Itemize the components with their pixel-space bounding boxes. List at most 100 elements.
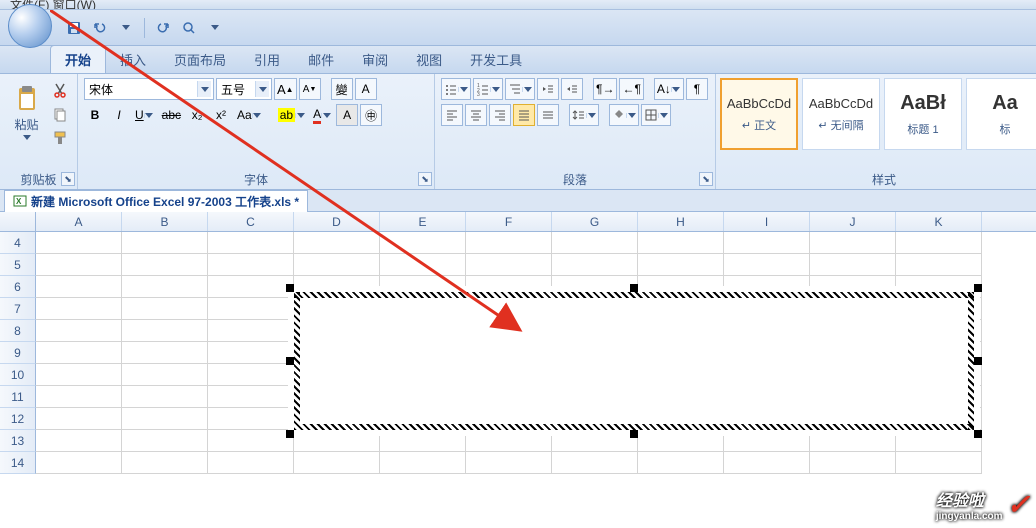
cell[interactable]	[896, 254, 982, 276]
cell[interactable]	[638, 254, 724, 276]
ltr-button[interactable]: ¶→	[593, 78, 617, 100]
select-all-corner[interactable]	[0, 212, 36, 231]
cell[interactable]	[466, 232, 552, 254]
cell[interactable]	[36, 408, 122, 430]
numbering-button[interactable]: 123	[473, 78, 503, 100]
cell[interactable]	[810, 254, 896, 276]
cell[interactable]	[552, 232, 638, 254]
row-header[interactable]: 9	[0, 342, 36, 364]
cut-icon[interactable]	[49, 80, 71, 100]
office-button[interactable]	[8, 4, 52, 48]
row-header[interactable]: 13	[0, 430, 36, 452]
tab-page-layout[interactable]: 页面布局	[160, 46, 240, 73]
cell[interactable]	[208, 342, 294, 364]
column-header[interactable]: A	[36, 212, 122, 231]
justify-button[interactable]	[513, 104, 535, 126]
cell[interactable]	[122, 320, 208, 342]
row-header[interactable]: 12	[0, 408, 36, 430]
phonetic-guide-button[interactable]: 變	[331, 78, 353, 100]
tab-review[interactable]: 审阅	[348, 46, 402, 73]
bullets-button[interactable]	[441, 78, 471, 100]
cell[interactable]	[208, 452, 294, 474]
cell[interactable]	[122, 430, 208, 452]
tab-insert[interactable]: 插入	[106, 46, 160, 73]
multilevel-list-button[interactable]	[505, 78, 535, 100]
cell[interactable]	[208, 254, 294, 276]
style-card-0[interactable]: AaBbCcDd↵ 正文	[720, 78, 798, 150]
cell[interactable]	[122, 364, 208, 386]
cell[interactable]	[208, 364, 294, 386]
font-size-combo[interactable]: 五号	[216, 78, 272, 100]
column-header[interactable]: B	[122, 212, 208, 231]
embedded-object[interactable]	[288, 286, 980, 436]
align-right-button[interactable]	[489, 104, 511, 126]
cell[interactable]	[724, 452, 810, 474]
cell[interactable]	[36, 298, 122, 320]
cell[interactable]	[208, 276, 294, 298]
column-header[interactable]: C	[208, 212, 294, 231]
style-card-1[interactable]: AaBbCcDd↵ 无间隔	[802, 78, 880, 150]
copy-icon[interactable]	[49, 104, 71, 124]
column-header[interactable]: G	[552, 212, 638, 231]
column-header[interactable]: F	[466, 212, 552, 231]
cell[interactable]	[36, 342, 122, 364]
tab-developer[interactable]: 开发工具	[456, 46, 536, 73]
cell[interactable]	[380, 232, 466, 254]
cell[interactable]	[36, 452, 122, 474]
cell[interactable]	[896, 232, 982, 254]
italic-button[interactable]: I	[108, 104, 130, 126]
font-color-button[interactable]: A	[310, 104, 334, 126]
undo-icon[interactable]	[88, 17, 112, 39]
format-painter-icon[interactable]	[49, 128, 71, 148]
sort-button[interactable]: A↓	[654, 78, 684, 100]
cell[interactable]	[122, 298, 208, 320]
enclose-char-button[interactable]: ㊥	[360, 104, 382, 126]
cell[interactable]	[122, 452, 208, 474]
row-header[interactable]: 10	[0, 364, 36, 386]
rtl-button[interactable]: ←¶	[619, 78, 643, 100]
cell[interactable]	[810, 232, 896, 254]
cell[interactable]	[466, 254, 552, 276]
cell[interactable]	[294, 254, 380, 276]
font-family-combo[interactable]: 宋体	[84, 78, 214, 100]
cell[interactable]	[36, 254, 122, 276]
cell[interactable]	[380, 254, 466, 276]
show-marks-button[interactable]: ¶	[686, 78, 708, 100]
increase-indent-button[interactable]	[561, 78, 583, 100]
row-header[interactable]: 4	[0, 232, 36, 254]
cell[interactable]	[380, 452, 466, 474]
style-card-2[interactable]: AaBł标题 1	[884, 78, 962, 150]
subscript-button[interactable]: x₂	[186, 104, 208, 126]
distribute-button[interactable]	[537, 104, 559, 126]
cell[interactable]	[810, 452, 896, 474]
cell[interactable]	[638, 232, 724, 254]
row-header[interactable]: 6	[0, 276, 36, 298]
cell[interactable]	[896, 452, 982, 474]
grow-font-button[interactable]: A▲	[274, 78, 297, 100]
cell[interactable]	[122, 254, 208, 276]
char-shading-button[interactable]: A	[336, 104, 358, 126]
cell[interactable]	[36, 320, 122, 342]
resize-handle-tr[interactable]	[974, 284, 982, 292]
line-spacing-button[interactable]	[569, 104, 599, 126]
column-header[interactable]: D	[294, 212, 380, 231]
column-header[interactable]: K	[896, 212, 982, 231]
resize-handle-tl[interactable]	[286, 284, 294, 292]
cell[interactable]	[122, 276, 208, 298]
superscript-button[interactable]: x²	[210, 104, 232, 126]
paragraph-launcher[interactable]: ⬊	[699, 172, 713, 186]
decrease-indent-button[interactable]	[537, 78, 559, 100]
redo-icon[interactable]	[151, 17, 175, 39]
cell[interactable]	[294, 452, 380, 474]
row-header[interactable]: 8	[0, 320, 36, 342]
style-card-3[interactable]: Aa标	[966, 78, 1036, 150]
cell[interactable]	[36, 386, 122, 408]
shrink-font-button[interactable]: A▼	[299, 78, 321, 100]
cell[interactable]	[208, 320, 294, 342]
menu-window[interactable]: 窗口(W)	[53, 0, 96, 10]
resize-handle-br[interactable]	[974, 430, 982, 438]
cell[interactable]	[122, 386, 208, 408]
cell[interactable]	[122, 342, 208, 364]
column-header[interactable]: J	[810, 212, 896, 231]
resize-handle-bm[interactable]	[630, 430, 638, 438]
